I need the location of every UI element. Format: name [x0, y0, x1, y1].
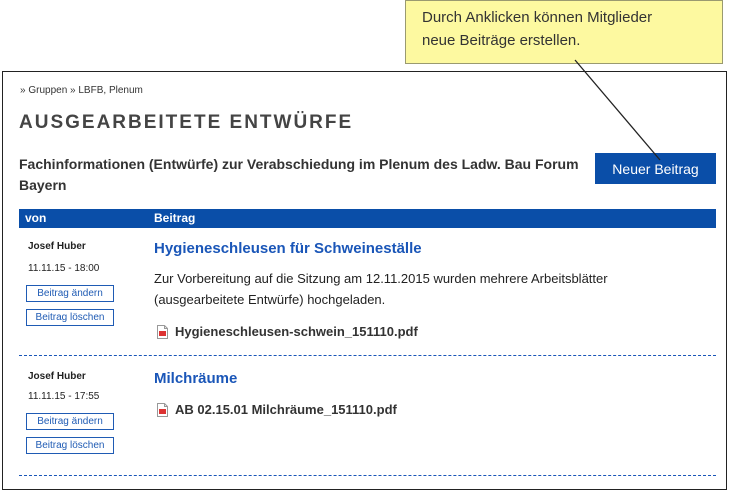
callout-pointer-line	[574, 59, 661, 161]
